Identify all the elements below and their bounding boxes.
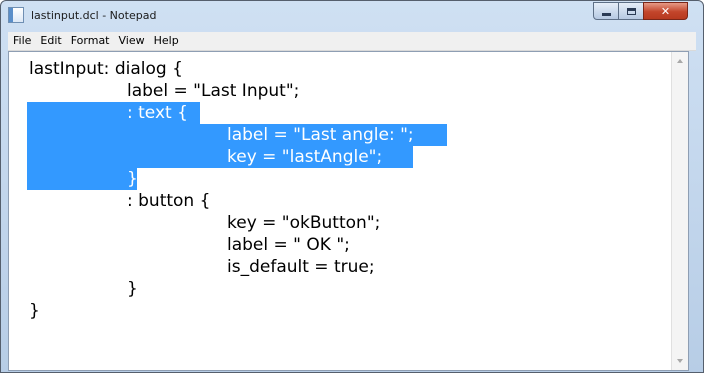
menu-file[interactable]: File <box>9 32 35 50</box>
line-text: key = "okButton"; <box>227 213 381 233</box>
code-line-selected: : text { <box>9 102 200 124</box>
code-line-selected: key = "lastAngle"; <box>9 146 413 168</box>
line-text: } <box>127 279 138 299</box>
code-line: label = "Last Input"; <box>9 80 299 102</box>
line-text: key = "lastAngle"; <box>227 147 383 167</box>
line-text: label = "Last angle: "; <box>227 125 414 145</box>
menu-view[interactable]: View <box>115 32 149 50</box>
code-line: } <box>9 278 138 300</box>
code-content[interactable]: lastInput: dialog { label = "Last Input"… <box>9 58 447 322</box>
code-line: is_default = true; <box>9 256 375 278</box>
vertical-scrollbar[interactable] <box>671 52 688 370</box>
line-text: } <box>127 169 138 189</box>
text-editor[interactable]: lastInput: dialog { label = "Last Input"… <box>8 51 689 371</box>
code-line-selected: } <box>9 168 138 190</box>
menu-format[interactable]: Format <box>67 32 114 50</box>
window-title: lastinput.dcl - Notepad <box>31 9 157 22</box>
code-line: label = " OK "; <box>9 234 350 256</box>
scroll-up-icon[interactable] <box>677 59 683 63</box>
code-line: lastInput: dialog { <box>9 58 183 80</box>
code-line: key = "okButton"; <box>9 212 380 234</box>
notepad-window: lastinput.dcl - Notepad ✕ File Edit Form… <box>0 0 704 373</box>
minimize-button[interactable] <box>593 2 619 20</box>
menu-bar: File Edit Format View Help <box>8 32 696 51</box>
minimize-icon <box>601 12 611 16</box>
scroll-down-icon[interactable] <box>677 359 683 363</box>
close-button[interactable]: ✕ <box>643 2 688 20</box>
code-line: : button { <box>9 190 210 212</box>
line-text: } <box>29 301 40 321</box>
code-line: } <box>9 300 52 322</box>
menu-edit[interactable]: Edit <box>36 32 65 50</box>
line-text: lastInput: dialog { <box>29 59 183 79</box>
line-text: : button { <box>127 191 211 211</box>
maximize-icon <box>626 7 636 15</box>
title-bar[interactable]: lastinput.dcl - Notepad ✕ <box>1 1 703 31</box>
line-text: label = " OK "; <box>227 235 350 255</box>
text-selection <box>27 168 137 190</box>
line-text: : text { <box>127 103 188 123</box>
line-text: is_default = true; <box>227 257 375 277</box>
close-icon: ✕ <box>660 4 671 18</box>
line-text: label = "Last Input"; <box>127 81 300 101</box>
notepad-icon <box>8 7 24 23</box>
menu-help[interactable]: Help <box>150 32 183 50</box>
code-line-selected: label = "Last angle: "; <box>9 124 447 146</box>
maximize-button[interactable] <box>618 2 644 20</box>
